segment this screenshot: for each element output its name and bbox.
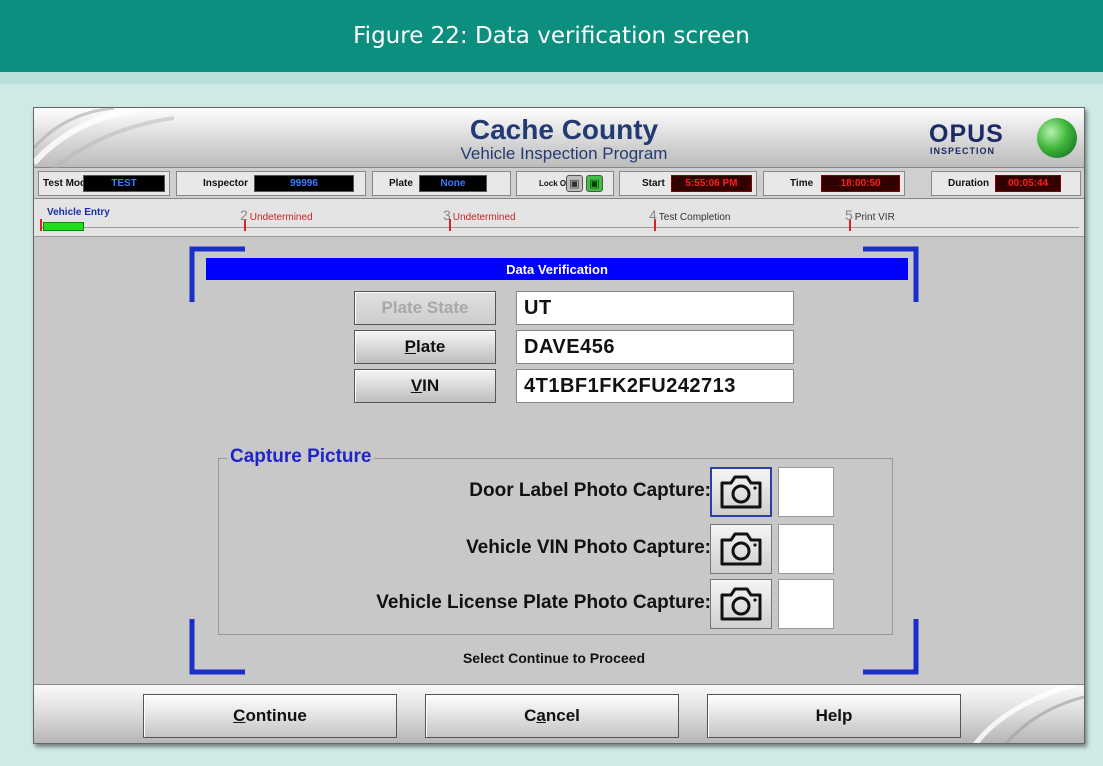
vehicle-vin-capture-row: Vehicle VIN Photo Capture: (219, 524, 894, 574)
start-label: Start (642, 177, 665, 189)
time-label: Time (790, 177, 814, 189)
start-value: 5:55:06 PM (670, 175, 752, 192)
app-window: Cache County Vehicle Inspection Program … (33, 107, 1085, 744)
progress-fill (43, 222, 84, 231)
test-mode-label: Test Mode (43, 177, 92, 189)
plate-value: None (418, 175, 487, 192)
vin-field[interactable]: 4T1BF1FK2FU242713 (516, 369, 794, 403)
bottom-swirl-graphic (973, 685, 1084, 743)
plate-cell: Plate None (372, 171, 511, 196)
figure-separator (0, 72, 1103, 84)
plate-button[interactable]: Plate (354, 330, 496, 364)
plate-field[interactable]: DAVE456 (516, 330, 794, 364)
time-cell: Time 18:00:50 (763, 171, 905, 196)
opus-logo-text: OPUS (929, 120, 1004, 148)
capture-picture-group: Capture Picture Door Label Photo Capture… (218, 447, 894, 635)
vehicle-vin-capture-label: Vehicle VIN Photo Capture: (466, 537, 711, 558)
license-plate-photo-thumbnail (778, 579, 834, 629)
program-title: Cache County (469, 114, 659, 145)
time-value: 18:00:50 (821, 175, 900, 192)
test-mode-value: TEST (83, 175, 165, 192)
door-label-photo-thumbnail (778, 467, 834, 517)
step-label: Vehicle Entry (47, 207, 110, 218)
vin-button-label: IN (422, 376, 440, 395)
unlock-icon[interactable]: ▣ (586, 175, 603, 192)
step-number: 2 (240, 207, 248, 223)
duration-value: 00:05:44 (995, 175, 1062, 192)
opus-logo: OPUS INSPECTION (929, 118, 1079, 162)
cancel-label-start: C (524, 706, 537, 725)
camera-icon (720, 587, 762, 621)
plate-button-label: late (416, 337, 446, 356)
vin-button-mnemonic: V (410, 376, 423, 395)
program-subtitle: Vehicle Inspection Program (460, 144, 668, 163)
proceed-instruction: Select Continue to Proceed (462, 650, 646, 666)
capture-picture-legend: Capture Picture (227, 447, 375, 467)
data-verification-panel: Data Verification Plate State UT Plate D… (189, 246, 919, 675)
duration-label: Duration (948, 177, 990, 189)
cancel-button[interactable]: Ca ncel (425, 694, 679, 738)
step-4: 4 Test Completion (649, 207, 731, 223)
license-plate-capture-label: Vehicle License Plate Photo Capture: (376, 592, 711, 613)
progress-track (41, 227, 1079, 228)
banner-swirl-graphic (34, 108, 174, 168)
lockout-label: Lock Out (539, 178, 574, 188)
vehicle-vin-photo-thumbnail (778, 524, 834, 574)
step-label: Undetermined (249, 212, 313, 223)
continue-button[interactable]: Continue (143, 694, 397, 738)
step-number: 5 (845, 207, 853, 223)
step-3: 3 Undetermined (443, 207, 516, 223)
plate-label: Plate (389, 177, 413, 189)
plate-state-button: Plate State (354, 291, 496, 325)
progress-tracker: Vehicle Entry 2 Undetermined 3 Undetermine… (34, 199, 1084, 237)
banner: Cache County Vehicle Inspection Program … (34, 108, 1084, 168)
lock-icon[interactable]: ▣ (566, 175, 583, 192)
step-marker (40, 219, 42, 231)
lockout-cell: Lock Out ▣ ▣ (516, 171, 614, 196)
plate-button-mnemonic: P (404, 337, 417, 356)
continue-mnemonic: C (233, 706, 246, 725)
cancel-mnemonic: a (536, 706, 546, 725)
door-label-camera-button[interactable] (710, 467, 772, 517)
camera-icon (720, 532, 762, 566)
duration-cell: Duration 00:05:44 (931, 171, 1081, 196)
bottom-action-bar: Continue Ca ncel Help (34, 684, 1084, 743)
cancel-label-end: ncel (545, 706, 580, 725)
help-button[interactable]: Help (707, 694, 961, 738)
plate-state-field[interactable]: UT (516, 291, 794, 325)
globe-icon (1037, 118, 1077, 158)
test-mode-cell: Test Mode TEST (38, 171, 170, 196)
step-2: 2 Undetermined (240, 207, 313, 223)
panel-title: Data Verification (206, 258, 908, 280)
step-label: Print VIR (854, 212, 895, 223)
inspector-cell: Inspector 99996 (176, 171, 366, 196)
vin-button[interactable]: V IN (354, 369, 496, 403)
license-plate-capture-row: Vehicle License Plate Photo Capture: (219, 579, 894, 629)
door-label-capture-label: Door Label Photo Capture: (469, 480, 711, 501)
camera-icon (720, 475, 762, 509)
status-bar: Test Mode TEST Inspector 99996 Plate Non… (34, 168, 1084, 199)
step-label: Undetermined (452, 212, 516, 223)
license-plate-camera-button[interactable] (710, 579, 772, 629)
step-5: 5 Print VIR (845, 207, 895, 223)
vehicle-vin-camera-button[interactable] (710, 524, 772, 574)
step-number: 4 (649, 207, 657, 223)
continue-label: ontinue (245, 706, 307, 725)
start-cell: Start 5:55:06 PM (619, 171, 757, 196)
step-number: 3 (443, 207, 451, 223)
inspector-value: 99996 (254, 175, 355, 192)
figure-caption: Figure 22: Data verification screen (0, 0, 1103, 72)
step-vehicle-entry: Vehicle Entry (47, 207, 110, 218)
help-label: Help (815, 706, 853, 725)
step-label: Test Completion (658, 212, 731, 223)
opus-logo-subtext: INSPECTION (930, 146, 996, 156)
door-label-capture-row: Door Label Photo Capture: (219, 467, 894, 517)
inspector-label: Inspector (203, 177, 249, 189)
